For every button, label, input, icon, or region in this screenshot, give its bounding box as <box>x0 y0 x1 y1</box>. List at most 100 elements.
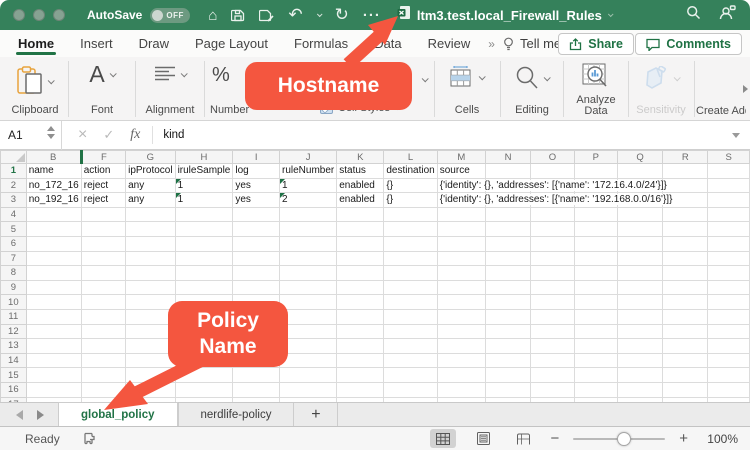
cell-S7[interactable] <box>708 251 750 266</box>
cell-K2[interactable]: enabled <box>337 178 384 193</box>
row-header-12[interactable]: 12 <box>1 324 27 339</box>
cell-J1[interactable]: ruleNumber <box>279 164 336 179</box>
cell-K6[interactable] <box>337 236 384 251</box>
font-group[interactable]: A Font <box>70 57 134 121</box>
cell-I2[interactable]: yes <box>233 178 280 193</box>
cell-J2[interactable]: 1 <box>279 178 336 193</box>
cell-R11[interactable] <box>663 309 708 324</box>
undo-dropdown-icon[interactable] <box>317 11 323 17</box>
row-header-3[interactable]: 3 <box>1 193 27 208</box>
font-dropdown-icon[interactable] <box>109 70 116 77</box>
cell-G2[interactable]: any <box>126 178 175 193</box>
cell-S8[interactable] <box>708 266 750 281</box>
column-header-B[interactable]: B <box>26 151 81 164</box>
insert-function-icon[interactable]: fx <box>130 127 140 143</box>
cell-R16[interactable] <box>663 382 708 397</box>
cells-dropdown-icon[interactable] <box>479 73 486 80</box>
cell-L6[interactable] <box>384 236 437 251</box>
cell-P4[interactable] <box>574 207 617 222</box>
cell-H6[interactable] <box>175 236 233 251</box>
styles-dropdown-icon[interactable] <box>422 75 429 82</box>
cell-G1[interactable]: ipProtocol <box>126 164 175 179</box>
cell-S4[interactable] <box>708 207 750 222</box>
cell-S2[interactable] <box>708 178 750 193</box>
cell-P13[interactable] <box>574 339 617 354</box>
name-box-stepper[interactable] <box>47 126 55 139</box>
cell-P5[interactable] <box>574 222 617 237</box>
cell-L8[interactable] <box>384 266 437 281</box>
cell-K9[interactable] <box>337 280 384 295</box>
row-header-11[interactable]: 11 <box>1 309 27 324</box>
cell-J6[interactable] <box>279 236 336 251</box>
cell-B8[interactable] <box>26 266 81 281</box>
cell-G4[interactable] <box>126 207 175 222</box>
cell-H4[interactable] <box>175 207 233 222</box>
tab-review[interactable]: Review <box>428 30 471 57</box>
cell-P14[interactable] <box>574 353 617 368</box>
cell-P11[interactable] <box>574 309 617 324</box>
cell-P16[interactable] <box>574 382 617 397</box>
formula-content[interactable]: kind <box>163 129 184 141</box>
cell-Q6[interactable] <box>617 236 662 251</box>
cell-P9[interactable] <box>574 280 617 295</box>
column-header-I[interactable]: I <box>233 151 280 164</box>
cell-K15[interactable] <box>337 368 384 383</box>
cell-P7[interactable] <box>574 251 617 266</box>
cell-O13[interactable] <box>531 339 574 354</box>
cell-P8[interactable] <box>574 266 617 281</box>
undo-icon[interactable]: ↶ <box>288 5 302 25</box>
cell-I1[interactable]: log <box>233 164 280 179</box>
zoom-in-button[interactable]: + <box>679 430 688 447</box>
cell-L11[interactable] <box>384 309 437 324</box>
cell-K1[interactable]: status <box>337 164 384 179</box>
cell-N12[interactable] <box>486 324 531 339</box>
row-header-16[interactable]: 16 <box>1 382 27 397</box>
cell-I7[interactable] <box>233 251 280 266</box>
cell-R13[interactable] <box>663 339 708 354</box>
cell-M4[interactable] <box>437 207 485 222</box>
cell-L14[interactable] <box>384 353 437 368</box>
cell-B4[interactable] <box>26 207 81 222</box>
cell-P6[interactable] <box>574 236 617 251</box>
row-header-14[interactable]: 14 <box>1 353 27 368</box>
cell-K10[interactable] <box>337 295 384 310</box>
cell-G10[interactable] <box>126 295 175 310</box>
cell-J5[interactable] <box>279 222 336 237</box>
cell-S13[interactable] <box>708 339 750 354</box>
cell-O9[interactable] <box>531 280 574 295</box>
cell-O8[interactable] <box>531 266 574 281</box>
editing-group[interactable]: Editing <box>502 57 562 121</box>
cell-N5[interactable] <box>486 222 531 237</box>
cell-J14[interactable] <box>279 353 336 368</box>
cell-F6[interactable] <box>81 236 125 251</box>
column-header-G[interactable]: G <box>126 151 175 164</box>
cell-M7[interactable] <box>437 251 485 266</box>
page-break-view-button[interactable] <box>510 429 536 448</box>
cell-H8[interactable] <box>175 266 233 281</box>
row-header-6[interactable]: 6 <box>1 236 27 251</box>
cell-H1[interactable]: iruleSample <box>175 164 233 179</box>
cell-O10[interactable] <box>531 295 574 310</box>
cell-S10[interactable] <box>708 295 750 310</box>
page-layout-view-button[interactable] <box>470 429 496 448</box>
cell-O14[interactable] <box>531 353 574 368</box>
cell-L5[interactable] <box>384 222 437 237</box>
row-header-9[interactable]: 9 <box>1 280 27 295</box>
cell-G6[interactable] <box>126 236 175 251</box>
cell-B14[interactable] <box>26 353 81 368</box>
search-icon[interactable] <box>686 5 701 25</box>
cell-R9[interactable] <box>663 280 708 295</box>
cell-S6[interactable] <box>708 236 750 251</box>
share-button[interactable]: Share <box>558 33 634 55</box>
cell-F4[interactable] <box>81 207 125 222</box>
home-icon[interactable]: ⌂ <box>208 7 217 24</box>
cell-O15[interactable] <box>531 368 574 383</box>
row-header-7[interactable]: 7 <box>1 251 27 266</box>
cell-M1[interactable]: source <box>437 164 485 179</box>
cell-J15[interactable] <box>279 368 336 383</box>
cell-G9[interactable] <box>126 280 175 295</box>
cell-N15[interactable] <box>486 368 531 383</box>
cell-O11[interactable] <box>531 309 574 324</box>
column-header-H[interactable]: H <box>175 151 233 164</box>
column-header-L[interactable]: L <box>384 151 437 164</box>
